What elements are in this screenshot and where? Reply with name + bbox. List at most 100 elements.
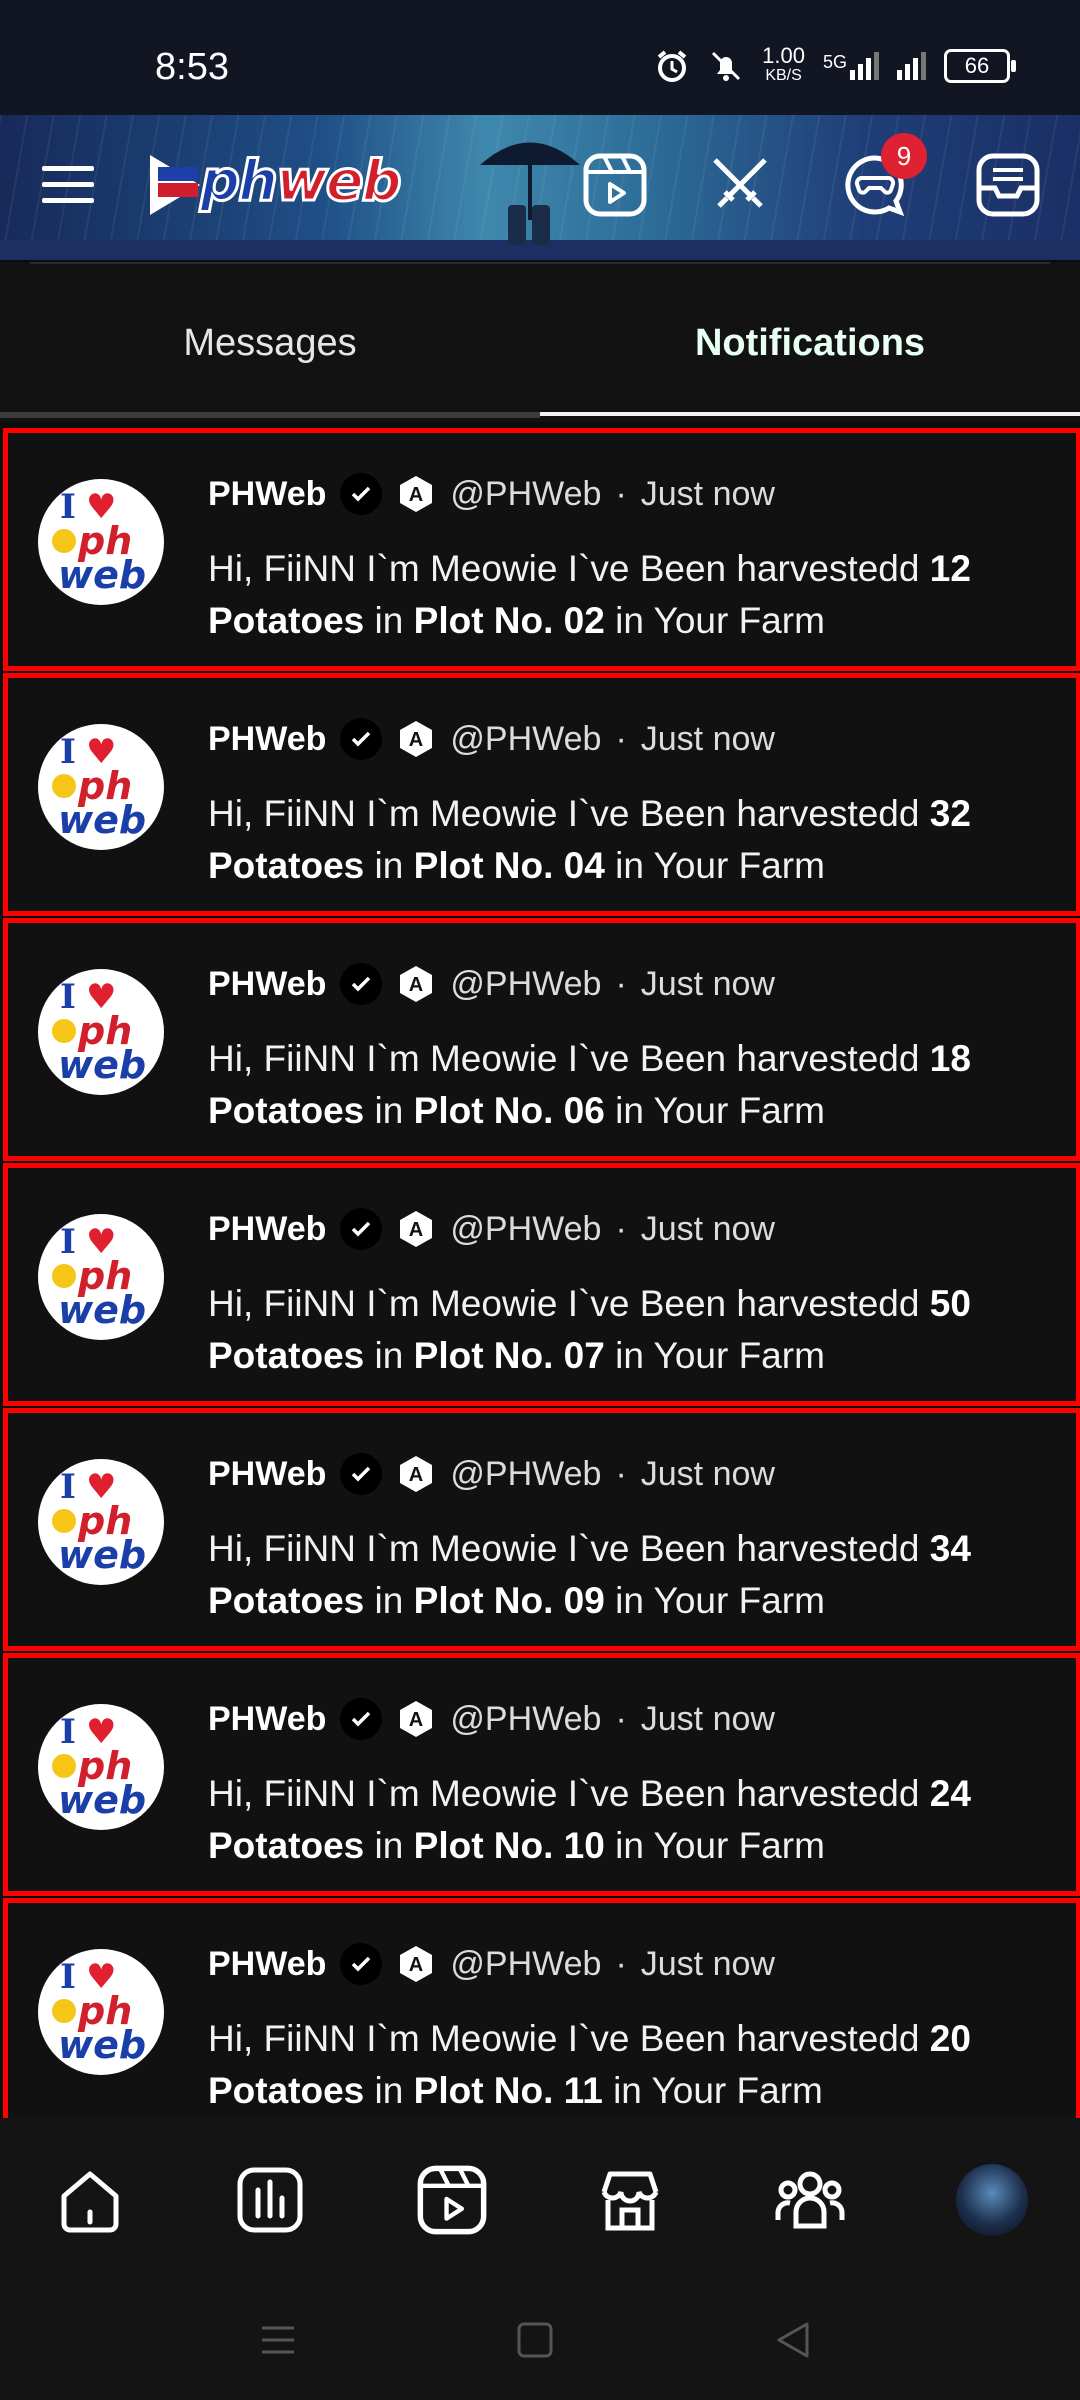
reels-button[interactable]	[575, 145, 655, 225]
nav-store[interactable]	[590, 2160, 670, 2240]
notification-meta: PHWeb A @PHWeb · Just now	[208, 1698, 775, 1740]
notification-text: Hi, FiiNN I`m Meowie I`ve Been harvested…	[208, 1528, 971, 1621]
nav-reels[interactable]	[412, 2160, 492, 2240]
reels-icon	[417, 2165, 487, 2235]
reels-icon	[583, 153, 647, 217]
signal-icon	[897, 52, 926, 80]
notification-meta: PHWeb A @PHWeb · Just now	[208, 473, 775, 515]
sender-handle: @PHWeb	[450, 1944, 602, 1983]
sender-handle: @PHWeb	[450, 474, 602, 513]
sender-name[interactable]: PHWeb	[208, 1945, 326, 1984]
sender-name[interactable]: PHWeb	[208, 720, 326, 759]
nav-stats[interactable]	[230, 2160, 310, 2240]
phweb-avatar[interactable]: I ♥ ph web	[38, 1949, 164, 2075]
verified-icon	[340, 963, 383, 1005]
sender-name[interactable]: PHWeb	[208, 1210, 326, 1249]
svg-text:A: A	[409, 729, 423, 751]
notification-item[interactable]: I ♥ ph web PHWeb A @PHWeb · Just now Hi, FiiNN I`…	[3, 1408, 1080, 1651]
admin-badge-icon: A	[396, 474, 436, 514]
game-chat-button[interactable]: 9	[835, 133, 927, 225]
crossed-swords-icon	[713, 158, 767, 208]
status-bar: 8:53 1.00 KB/S 5G 66	[0, 0, 1080, 115]
notification-item[interactable]: I ♥ ph web PHWeb A @PHWeb · Just now Hi, FiiNN I`…	[3, 1163, 1080, 1406]
verified-icon	[340, 1453, 383, 1495]
mute-icon	[712, 51, 741, 81]
sender-handle: @PHWeb	[450, 1699, 602, 1738]
battery-indicator: 66	[944, 49, 1016, 83]
store-icon	[601, 2171, 659, 2231]
sender-name[interactable]: PHWeb	[208, 1700, 326, 1739]
admin-badge-icon: A	[396, 1454, 436, 1494]
meta-separator: ·	[615, 474, 627, 513]
tab-notifications[interactable]: Notifications	[540, 322, 1080, 365]
sender-name[interactable]: PHWeb	[208, 1455, 326, 1494]
sender-name[interactable]: PHWeb	[208, 475, 326, 514]
recents-button[interactable]	[248, 2310, 308, 2370]
nav-home[interactable]	[50, 2160, 130, 2240]
tab-messages[interactable]: Messages	[0, 322, 540, 365]
back-icon	[777, 2322, 809, 2358]
phweb-avatar[interactable]: I ♥ ph web	[38, 1214, 164, 1340]
square-icon	[517, 2322, 553, 2358]
phweb-logo[interactable]: phweb	[150, 147, 403, 217]
svg-text:A: A	[409, 484, 423, 506]
svg-text:A: A	[409, 1219, 423, 1241]
notification-text: Hi, FiiNN I`m Meowie I`ve Been harvested…	[208, 548, 971, 641]
groups-icon	[775, 2171, 845, 2229]
notification-item[interactable]: I ♥ ph web PHWeb A @PHWeb · Just now Hi, FiiNN I`…	[3, 673, 1080, 916]
inbox-button[interactable]	[968, 145, 1048, 225]
sender-handle: @PHWeb	[450, 1209, 602, 1248]
notification-meta: PHWeb A @PHWeb · Just now	[208, 1208, 775, 1250]
notification-item[interactable]: I ♥ ph web PHWeb A @PHWeb · Just now Hi, FiiNN I`…	[3, 1653, 1080, 1896]
phweb-avatar[interactable]: I ♥ ph web	[38, 1459, 164, 1585]
sender-handle: @PHWeb	[450, 719, 602, 758]
system-nav	[0, 2280, 1080, 2400]
meta-separator: ·	[615, 1209, 627, 1248]
svg-text:A: A	[409, 1954, 423, 1976]
notification-item[interactable]: I ♥ ph web PHWeb A @PHWeb · Just now Hi, FiiNN I`…	[3, 918, 1080, 1161]
chat-badge: 9	[881, 133, 927, 179]
meta-separator: ·	[615, 964, 627, 1003]
admin-badge-icon: A	[396, 1699, 436, 1739]
umbrella-illustration	[480, 142, 580, 245]
phweb-avatar[interactable]: I ♥ ph web	[38, 479, 164, 605]
admin-badge-icon: A	[396, 1209, 436, 1249]
nav-groups[interactable]	[770, 2160, 850, 2240]
meta-separator: ·	[615, 1454, 627, 1493]
notification-list[interactable]: I ♥ ph web PHWeb A @PHWeb · Just now Hi, FiiNN I`…	[0, 428, 1080, 2118]
back-button[interactable]	[763, 2310, 823, 2370]
timestamp: Just now	[640, 719, 775, 758]
phweb-avatar[interactable]: I ♥ ph web	[38, 1704, 164, 1830]
meta-separator: ·	[615, 1699, 627, 1738]
inbox-icon	[976, 153, 1040, 217]
notification-item[interactable]: I ♥ ph web PHWeb A @PHWeb · Just now Hi, FiiNN I`…	[3, 1898, 1080, 2118]
notification-meta: PHWeb A @PHWeb · Just now	[208, 963, 775, 1005]
battle-button[interactable]	[700, 145, 780, 225]
timestamp: Just now	[640, 1209, 775, 1248]
verified-icon	[340, 718, 383, 760]
stats-icon	[237, 2167, 303, 2233]
phweb-avatar[interactable]: I ♥ ph web	[38, 969, 164, 1095]
verified-icon	[340, 1698, 383, 1740]
notification-item[interactable]: I ♥ ph web PHWeb A @PHWeb · Just now Hi, FiiNN I`…	[3, 428, 1080, 671]
svg-text:A: A	[409, 1464, 423, 1486]
timestamp: Just now	[640, 964, 775, 1003]
notification-meta: PHWeb A @PHWeb · Just now	[208, 718, 775, 760]
admin-badge-icon: A	[396, 964, 436, 1004]
sender-handle: @PHWeb	[450, 1454, 602, 1493]
home-system-button[interactable]	[505, 2310, 565, 2370]
menu-button[interactable]	[28, 145, 108, 225]
notification-meta: PHWeb A @PHWeb · Just now	[208, 1943, 775, 1985]
notification-meta: PHWeb A @PHWeb · Just now	[208, 1453, 775, 1495]
phweb-avatar[interactable]: I ♥ ph web	[38, 724, 164, 850]
profile-avatar	[956, 2164, 1028, 2236]
net-speed: 1.00 KB/S	[762, 43, 805, 85]
nav-profile[interactable]	[952, 2160, 1032, 2240]
sender-handle: @PHWeb	[450, 964, 602, 1003]
alarm-icon	[657, 50, 687, 82]
sender-name[interactable]: PHWeb	[208, 965, 326, 1004]
admin-badge-icon: A	[396, 1944, 436, 1984]
signal-5g: 5G	[823, 52, 879, 80]
meta-separator: ·	[615, 719, 627, 758]
timestamp: Just now	[640, 1454, 775, 1493]
